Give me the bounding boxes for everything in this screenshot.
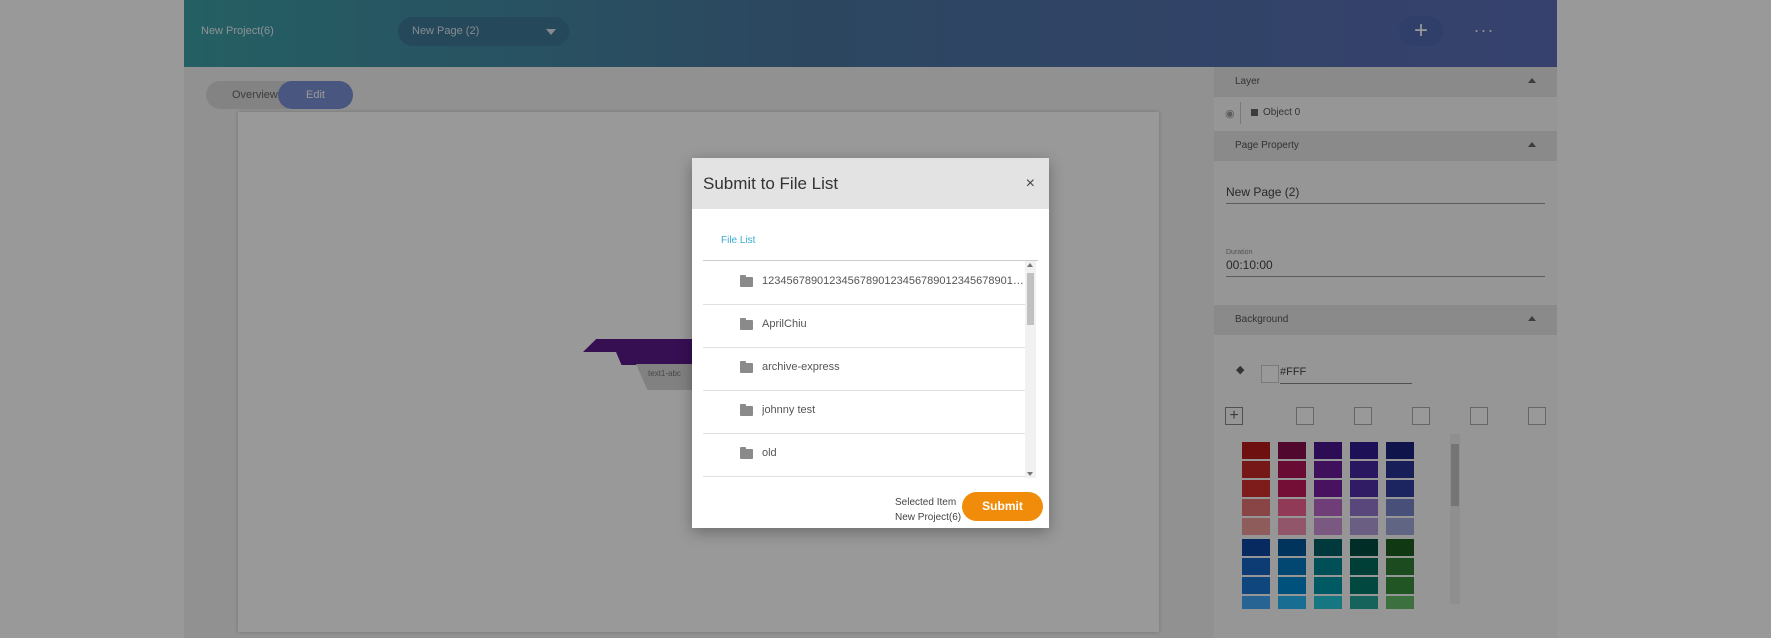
dialog-header: Submit to File List ×	[692, 158, 1049, 209]
file-list-scroll-thumb[interactable]	[1027, 273, 1034, 325]
folder-icon	[740, 447, 753, 459]
folder-icon	[740, 361, 753, 373]
file-list-label[interactable]: File List	[721, 235, 755, 246]
selected-item-value: New Project(6)	[895, 512, 962, 523]
folder-icon	[740, 275, 753, 287]
folder-icon	[740, 404, 753, 416]
submit-button[interactable]: Submit	[962, 492, 1043, 521]
list-item[interactable]: 1234567890123456789012345678901234567890…	[703, 261, 1025, 305]
file-name: archive-express	[762, 361, 840, 373]
file-list: 1234567890123456789012345678901234567890…	[703, 260, 1038, 478]
file-list-scrollbar[interactable]	[1025, 261, 1036, 478]
file-name: old	[762, 447, 777, 459]
file-name: AprilChiu	[762, 318, 807, 330]
file-name: johnny test	[762, 404, 816, 416]
list-item[interactable]: AprilChiu	[703, 304, 1025, 348]
file-name: 1234567890123456789012345678901234567890…	[762, 275, 1024, 287]
dialog-title: Submit to File List	[703, 174, 839, 193]
selected-item: Selected Item New Project(6)	[895, 495, 961, 525]
scroll-up-icon[interactable]	[1027, 263, 1033, 267]
close-icon[interactable]: ×	[1026, 175, 1035, 193]
scroll-down-icon[interactable]	[1027, 472, 1033, 476]
submit-dialog: Submit to File List × File List 12345678…	[692, 158, 1049, 528]
folder-icon	[740, 318, 753, 330]
list-item[interactable]: old	[703, 433, 1025, 477]
list-item[interactable]: archive-express	[703, 347, 1025, 391]
list-item[interactable]: johnny test	[703, 390, 1025, 434]
selected-item-label: Selected Item	[895, 497, 957, 508]
